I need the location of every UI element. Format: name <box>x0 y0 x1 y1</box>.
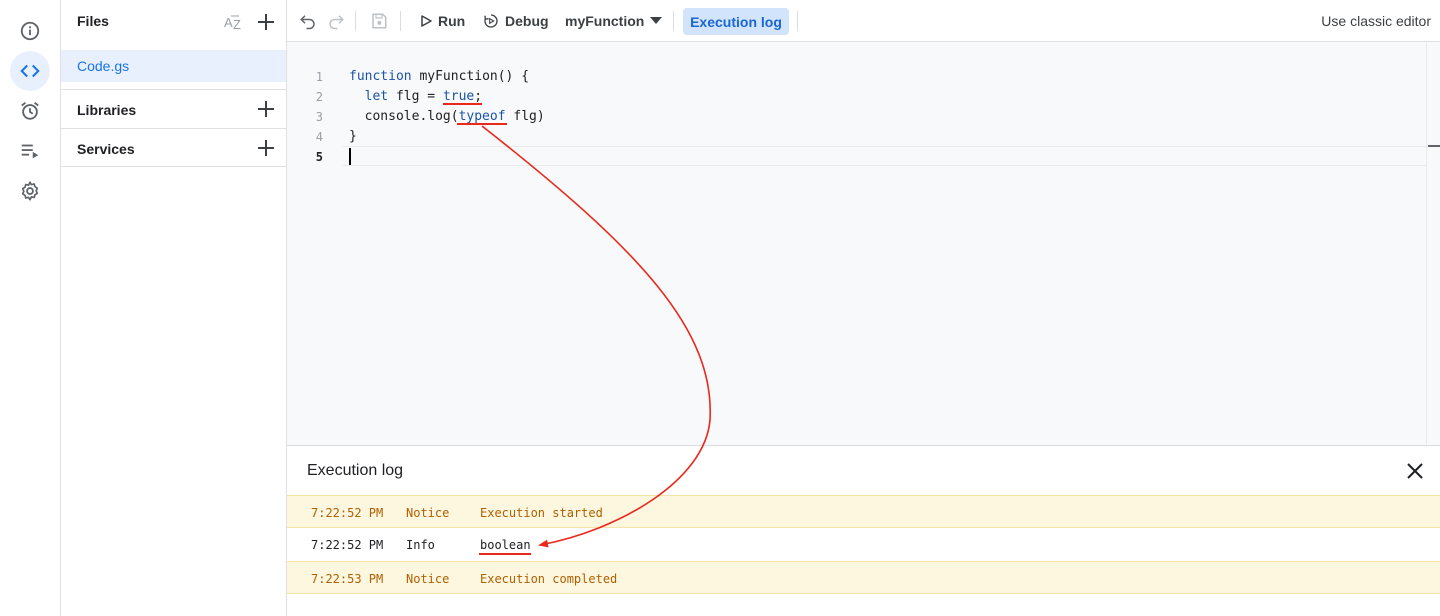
current-line-highlight <box>343 146 1426 166</box>
files-title: Files <box>77 13 109 29</box>
add-file-icon[interactable] <box>255 11 277 33</box>
svg-text:Z: Z <box>233 17 241 32</box>
undo-button[interactable] <box>297 10 319 32</box>
code-line: let flg = true; <box>349 89 482 104</box>
log-message: Execution started <box>480 506 603 520</box>
code-text: flg = <box>388 89 443 104</box>
code-editor[interactable]: 1 function myFunction() { 2 let flg = true… <box>287 42 1440 445</box>
editor-button[interactable] <box>10 51 50 91</box>
code-keyword: true <box>442 89 475 104</box>
save-button[interactable] <box>368 10 390 32</box>
gear-icon <box>21 181 39 201</box>
toolbar-divider <box>355 11 356 31</box>
info-icon <box>20 21 40 41</box>
line-number: 5 <box>315 150 323 164</box>
files-header: Files A Z <box>61 0 287 44</box>
code-line: function myFunction() { <box>349 69 529 84</box>
save-icon <box>372 13 387 29</box>
function-select[interactable]: myFunction <box>565 6 663 36</box>
svg-text:A: A <box>224 15 233 30</box>
play-icon <box>421 15 432 27</box>
chevron-down-icon <box>650 17 663 24</box>
execution-log-panel: Execution log 7:22:52 PM Notice Executio… <box>287 445 1440 616</box>
log-message: boolean <box>480 538 531 552</box>
close-icon[interactable] <box>1404 460 1426 482</box>
line-number: 4 <box>315 130 323 144</box>
code-text: ; <box>474 89 483 104</box>
libraries-section[interactable]: Libraries <box>61 89 287 128</box>
code-text: } <box>349 129 357 144</box>
code-keyword: typeof <box>458 109 506 124</box>
line-number: 3 <box>315 110 323 124</box>
toolbar-divider <box>673 11 674 31</box>
line-number: 1 <box>315 70 323 84</box>
redo-button[interactable] <box>325 10 347 32</box>
run-button[interactable]: Run <box>420 6 465 36</box>
code-line: } <box>349 129 357 144</box>
code-keyword: function <box>349 69 412 84</box>
run-label: Run <box>438 13 466 29</box>
executions-button[interactable] <box>10 131 50 171</box>
log-time: 7:22:52 PM <box>311 506 384 520</box>
code-text: console.log( <box>349 109 459 124</box>
alarm-clock-icon <box>21 102 39 120</box>
files-panel: Files A Z Code.gs Libraries Services <box>61 0 287 616</box>
log-time: 7:22:53 PM <box>311 572 384 586</box>
line-number: 2 <box>315 90 323 104</box>
log-row: 7:22:53 PM Notice Execution completed <box>287 561 1440 594</box>
log-message: Execution completed <box>480 572 618 586</box>
log-level: Notice <box>406 506 450 520</box>
services-section[interactable]: Services <box>61 128 287 167</box>
editor-toolbar: Run Debug myFunction Execution log Use c… <box>287 0 1440 42</box>
project-settings-button[interactable] <box>10 171 50 211</box>
log-row: 7:22:52 PM Info boolean <box>287 528 1440 561</box>
file-name: Code.gs <box>77 58 130 74</box>
debug-label: Debug <box>505 13 549 29</box>
undo-icon <box>300 15 315 30</box>
execution-log-button[interactable]: Execution log <box>683 8 789 35</box>
left-nav-rail <box>0 0 61 616</box>
code-icon <box>20 64 40 78</box>
triggers-button[interactable] <box>10 91 50 131</box>
code-text: myFunction() { <box>411 69 530 84</box>
libraries-label: Libraries <box>77 102 137 118</box>
toolbar-divider <box>797 11 798 31</box>
executions-icon <box>21 144 39 159</box>
execution-log-title: Execution log <box>307 462 404 479</box>
services-label: Services <box>77 141 135 157</box>
file-item-code-gs[interactable]: Code.gs <box>61 50 286 82</box>
redo-icon <box>329 15 344 30</box>
log-time: 7:22:52 PM <box>311 538 384 552</box>
add-service-icon[interactable] <box>255 137 277 159</box>
use-classic-editor-link[interactable]: Use classic editor <box>1321 13 1431 29</box>
sort-az-icon[interactable]: A Z <box>223 11 245 33</box>
code-keyword: let <box>364 89 389 104</box>
code-line: console.log(typeof flg) <box>349 109 545 124</box>
toolbar-divider <box>400 11 401 31</box>
function-select-value: myFunction <box>565 13 645 29</box>
overview-button[interactable] <box>10 11 50 51</box>
code-text: flg) <box>505 109 545 124</box>
add-library-icon[interactable] <box>255 98 277 120</box>
log-level: Notice <box>406 572 450 586</box>
editor-scrollbar[interactable] <box>1426 42 1440 445</box>
debug-button[interactable]: Debug <box>483 6 549 36</box>
debug-icon <box>484 14 498 28</box>
log-row: 7:22:52 PM Notice Execution started <box>287 495 1440 528</box>
log-level: Info <box>406 538 435 552</box>
text-cursor <box>349 148 351 165</box>
scrollbar-cursor-marker <box>1428 145 1440 147</box>
